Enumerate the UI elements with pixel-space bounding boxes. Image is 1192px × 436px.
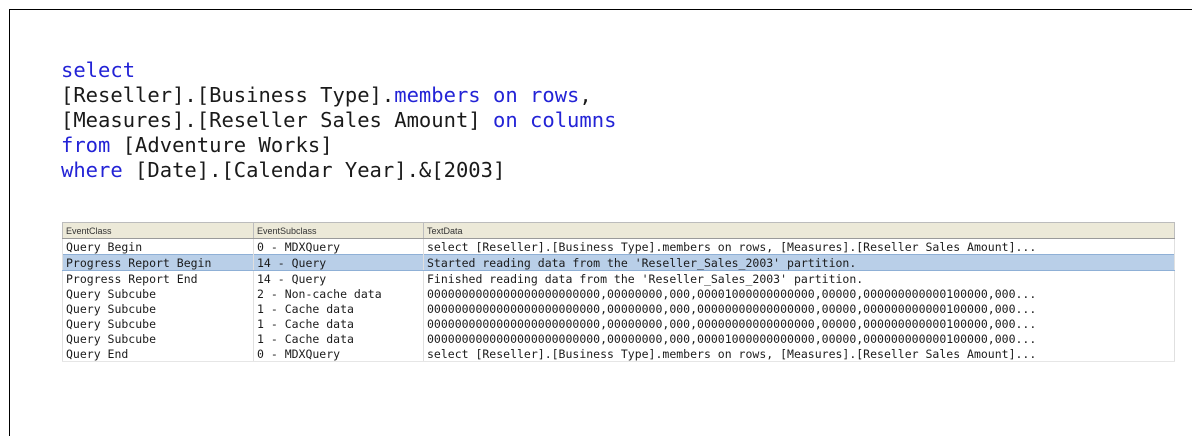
column-header-eventclass[interactable]: EventClass xyxy=(62,222,254,239)
query-keyword: members on rows xyxy=(394,83,580,107)
profiler-trace-grid[interactable]: EventClass EventSubclass TextData Query … xyxy=(62,222,1175,362)
event-subclass-cell: 14 - Query xyxy=(253,270,424,286)
text-data-cell: select [Reseller].[Business Type].member… xyxy=(423,238,1175,255)
trace-row[interactable]: Query Subcube 1 - Cache data 0000000000000… xyxy=(62,316,1175,331)
event-class-cell: Query Subcube xyxy=(62,331,254,346)
event-class-cell: Query Begin xyxy=(62,238,254,255)
event-subclass-cell: 14 - Query xyxy=(253,254,424,271)
column-header-textdata[interactable]: TextData xyxy=(423,222,1175,239)
column-header-eventsubclass[interactable]: EventSubclass xyxy=(253,222,424,239)
event-class-cell: Progress Report Begin xyxy=(62,254,254,271)
text-data-cell: 0000000000000000000000000,00000000,000,0… xyxy=(423,286,1175,301)
text-data-cell: Started reading data from the 'Reseller_… xyxy=(423,254,1175,271)
trace-row[interactable]: Query Subcube 1 - Cache data 0000000000000… xyxy=(62,301,1175,316)
event-subclass-cell: 1 - Cache data xyxy=(253,301,424,316)
trace-row[interactable]: Progress Report Begin 14 - Query Started r… xyxy=(62,254,1175,271)
mdx-query-text: select [Reseller].[Business Type].members… xyxy=(61,58,616,183)
query-text: , xyxy=(579,83,592,107)
query-text: [Reseller].[Business Type]. xyxy=(61,83,395,107)
query-line: where [Date].[Calendar Year].&[2003] xyxy=(61,158,616,183)
query-text: [Date].[Calendar Year].&[2003] xyxy=(122,158,506,182)
event-class-cell: Progress Report End xyxy=(62,270,254,286)
query-text: [Measures].[Reseller Sales Amount] xyxy=(61,108,493,132)
event-subclass-cell: 0 - MDXQuery xyxy=(253,346,424,362)
event-subclass-cell: 0 - MDXQuery xyxy=(253,238,424,255)
event-class-cell: Query End xyxy=(62,346,254,362)
query-line: from [Adventure Works] xyxy=(61,133,616,158)
event-subclass-cell: 2 - Non-cache data xyxy=(253,286,424,301)
query-keyword: from xyxy=(61,133,111,157)
text-data-cell: 0000000000000000000000000,00000000,000,0… xyxy=(423,301,1175,316)
query-line: [Measures].[Reseller Sales Amount] on co… xyxy=(61,108,616,133)
event-class-cell: Query Subcube xyxy=(62,316,254,331)
query-keyword: select xyxy=(61,58,136,82)
event-subclass-cell: 1 - Cache data xyxy=(253,331,424,346)
event-class-cell: Query Subcube xyxy=(62,286,254,301)
trace-row[interactable]: Query End 0 - MDXQuery select [Reseller].[… xyxy=(62,346,1175,362)
text-data-cell: 0000000000000000000000000,00000000,000,0… xyxy=(423,331,1175,346)
query-keyword: on columns xyxy=(492,108,617,132)
trace-row[interactable]: Query Subcube 2 - Non-cache data 000000000… xyxy=(62,286,1175,301)
trace-header-row: EventClass EventSubclass TextData xyxy=(62,222,1175,239)
screenshot-frame: select [Reseller].[Business Type].members… xyxy=(9,9,1192,436)
query-line: select xyxy=(61,58,616,83)
query-text: [Adventure Works] xyxy=(110,133,333,157)
query-line: [Reseller].[Business Type].members on ro… xyxy=(61,83,616,108)
trace-row[interactable]: Query Subcube 1 - Cache data 0000000000000… xyxy=(62,331,1175,346)
text-data-cell: Finished reading data from the 'Reseller… xyxy=(423,270,1175,286)
event-subclass-cell: 1 - Cache data xyxy=(253,316,424,331)
text-data-cell: 0000000000000000000000000,00000000,000,0… xyxy=(423,316,1175,331)
trace-row[interactable]: Progress Report End 14 - Query Finished re… xyxy=(62,270,1175,286)
event-class-cell: Query Subcube xyxy=(62,301,254,316)
query-keyword: where xyxy=(61,158,123,182)
text-data-cell: select [Reseller].[Business Type].member… xyxy=(423,346,1175,362)
trace-row[interactable]: Query Begin 0 - MDXQuery select [Reseller]… xyxy=(62,238,1175,255)
